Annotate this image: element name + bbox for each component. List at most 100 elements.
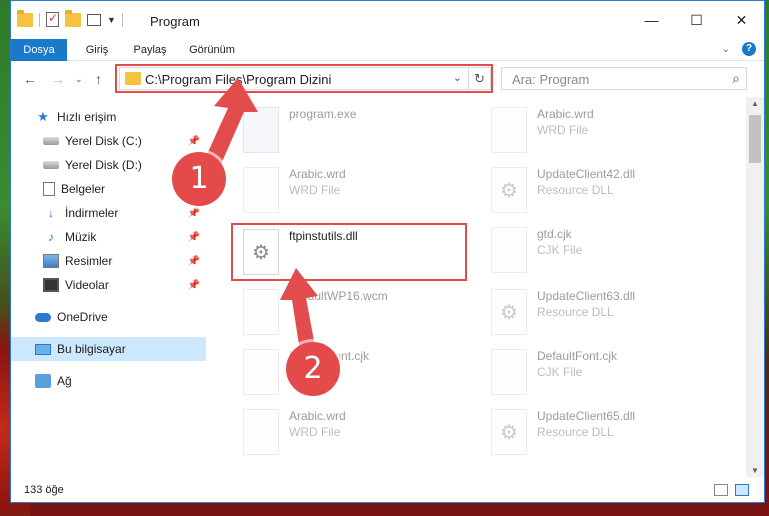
file-icon bbox=[491, 107, 527, 153]
file-type: Resource DLL bbox=[537, 425, 614, 439]
pin-icon[interactable]: 📌 bbox=[188, 280, 200, 291]
sidebar-item-quick-access[interactable]: ★ Hızlı erişim bbox=[11, 105, 206, 129]
file-explorer-window: ▼ Program — ☐ ✕ Dosya Giriş Paylaş Görün… bbox=[10, 0, 765, 503]
file-item[interactable]: program.exe bbox=[231, 101, 471, 157]
file-name: Arabic.wrd bbox=[289, 409, 346, 423]
scrollbar-thumb[interactable] bbox=[749, 115, 761, 163]
quick-access-toolbar: ▼ bbox=[17, 9, 123, 27]
close-button[interactable]: ✕ bbox=[719, 1, 764, 39]
forward-arrow-icon[interactable]: → bbox=[51, 71, 65, 87]
sidebar-item-label: Belgeler bbox=[61, 182, 106, 196]
download-icon: ↓ bbox=[48, 206, 54, 220]
toolbar-divider bbox=[39, 12, 40, 27]
sidebar-item-label: İndirmeler bbox=[65, 206, 119, 220]
file-item[interactable]: Arabic.wrd WRD File bbox=[231, 161, 471, 217]
customize-icon[interactable] bbox=[87, 13, 101, 26]
pin-icon[interactable]: 📌 bbox=[188, 232, 200, 243]
file-name: Arabic.wrd bbox=[537, 107, 594, 121]
tab-share[interactable]: Paylaş bbox=[125, 39, 175, 61]
sidebar-item-this-pc[interactable]: Bu bilgisayar bbox=[11, 337, 206, 361]
sidebar-item-network[interactable]: Ağ bbox=[11, 369, 206, 393]
ribbon-right-controls: ⌄ ? bbox=[722, 42, 756, 56]
file-icon bbox=[491, 227, 527, 273]
up-arrow-icon[interactable]: ↑ bbox=[95, 71, 102, 87]
scroll-up-icon[interactable]: ▲ bbox=[746, 99, 764, 108]
maximize-button[interactable]: ☐ bbox=[674, 1, 719, 39]
file-type: Resource DLL bbox=[537, 305, 614, 319]
properties-icon[interactable] bbox=[46, 11, 59, 27]
vertical-scrollbar[interactable]: ▲ ▼ bbox=[746, 97, 764, 477]
file-name: UpdateClient42.dll bbox=[537, 167, 636, 181]
file-item[interactable]: DefaultWP16.wcm bbox=[231, 283, 471, 339]
qat-dropdown-icon[interactable]: ▼ bbox=[107, 15, 116, 25]
sidebar-item-label: OneDrive bbox=[57, 310, 108, 324]
folder-icon[interactable] bbox=[17, 9, 33, 27]
file-type: WRD File bbox=[289, 425, 341, 439]
file-name: UpdateClient63.dll bbox=[537, 289, 636, 303]
navigation-pane: ★ Hızlı erişim Yerel Disk (C:) 📌 Yerel D… bbox=[11, 97, 206, 477]
item-count: 133 öğe bbox=[24, 484, 64, 496]
toolbar-divider bbox=[121, 12, 123, 27]
file-item[interactable]: Arabic.wrd WRD File bbox=[479, 101, 719, 157]
sidebar-item-label: Bu bilgisayar bbox=[57, 342, 126, 356]
file-name: DefaultFont.cjk bbox=[537, 349, 618, 363]
sidebar-item-onedrive[interactable]: OneDrive bbox=[11, 305, 206, 329]
pin-icon[interactable]: 📌 bbox=[188, 208, 200, 219]
file-item[interactable]: ⚙ UpdateClient65.dll Resource DLL bbox=[479, 403, 719, 459]
sidebar-item-label: Ağ bbox=[57, 374, 72, 388]
disk-icon bbox=[43, 137, 59, 145]
tab-home[interactable]: Giriş bbox=[77, 39, 117, 61]
details-view-icon[interactable] bbox=[714, 484, 728, 496]
file-type: Resource DLL bbox=[537, 183, 614, 197]
file-item[interactable]: Arabic.wrd WRD File bbox=[231, 403, 471, 459]
sidebar-item-music[interactable]: ♪ Müzik 📌 bbox=[11, 225, 206, 249]
dll-gear-icon: ⚙ bbox=[491, 289, 527, 335]
file-item[interactable]: ⚙ UpdateClient63.dll Resource DLL bbox=[479, 283, 719, 339]
file-item[interactable]: DefaultFont.cjk CJK File bbox=[479, 343, 719, 399]
file-name: ftpinstutils.dll bbox=[289, 229, 358, 243]
large-icons-view-icon[interactable] bbox=[735, 484, 749, 496]
callout-badge-2: 2 bbox=[286, 342, 340, 396]
tab-view[interactable]: Görünüm bbox=[183, 39, 241, 61]
file-item-ftpinstutils[interactable]: ⚙ ftpinstutils.dll bbox=[231, 223, 471, 279]
scroll-down-icon[interactable]: ▼ bbox=[746, 466, 764, 475]
new-folder-icon[interactable] bbox=[65, 9, 81, 27]
star-icon: ★ bbox=[37, 109, 49, 124]
file-item[interactable]: gtd.cjk CJK File bbox=[479, 221, 719, 277]
dll-gear-icon: ⚙ bbox=[491, 409, 527, 455]
disk-icon bbox=[43, 161, 59, 169]
dll-gear-icon: ⚙ bbox=[491, 167, 527, 213]
cloud-icon bbox=[35, 312, 51, 322]
search-icon[interactable]: ⌕ bbox=[732, 70, 740, 87]
search-placeholder: Ara: Program bbox=[512, 72, 590, 87]
file-type: WRD File bbox=[537, 123, 589, 137]
pin-icon[interactable]: 📌 bbox=[188, 256, 200, 267]
recent-locations-icon[interactable]: ⌄ bbox=[75, 74, 83, 85]
file-type: CJK File bbox=[537, 243, 583, 257]
file-item[interactable]: DefaultFont.cjk bbox=[231, 343, 471, 399]
sidebar-item-label: Müzik bbox=[65, 230, 97, 244]
help-icon[interactable]: ? bbox=[742, 42, 756, 56]
computer-icon bbox=[35, 343, 51, 355]
file-item[interactable]: ⚙ UpdateClient42.dll Resource DLL bbox=[479, 161, 719, 217]
sidebar-item-label: Videolar bbox=[65, 278, 109, 292]
navigation-bar: ← → ⌄ ↑ C:\Program Files\Program Dizini … bbox=[11, 61, 764, 97]
sidebar-item-videos[interactable]: Videolar 📌 bbox=[11, 273, 206, 297]
sidebar-item-label: Yerel Disk (C:) bbox=[65, 134, 142, 148]
sidebar-item-label: Hızlı erişim bbox=[57, 110, 117, 124]
videos-icon bbox=[43, 278, 59, 292]
file-icon bbox=[491, 349, 527, 395]
sidebar-item-local-disk-c[interactable]: Yerel Disk (C:) 📌 bbox=[11, 129, 206, 153]
minimize-button[interactable]: — bbox=[629, 1, 674, 39]
callout-badge-1: 1 bbox=[172, 152, 226, 206]
music-icon: ♪ bbox=[48, 230, 54, 244]
document-icon bbox=[43, 182, 55, 196]
network-icon bbox=[35, 374, 51, 388]
back-arrow-icon[interactable]: ← bbox=[23, 71, 37, 87]
sidebar-item-pictures[interactable]: Resimler 📌 bbox=[11, 249, 206, 273]
file-name: program.exe bbox=[289, 107, 357, 121]
file-icon bbox=[243, 409, 279, 455]
search-input[interactable]: Ara: Program ⌕ bbox=[501, 67, 747, 90]
expand-ribbon-icon[interactable]: ⌄ bbox=[722, 44, 730, 55]
sidebar-item-downloads[interactable]: ↓ İndirmeler 📌 bbox=[11, 201, 206, 225]
